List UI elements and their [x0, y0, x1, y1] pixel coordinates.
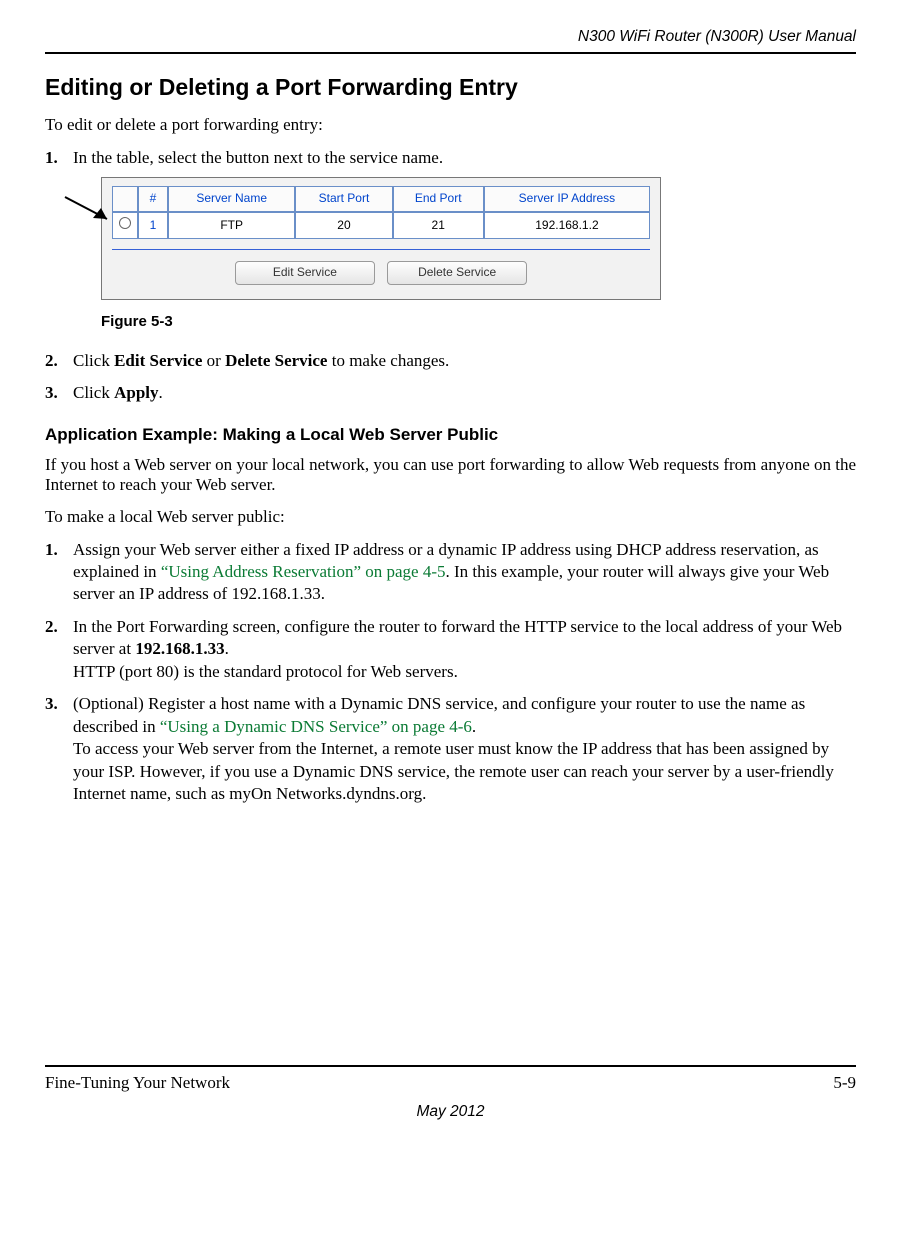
row-end: 21 [393, 212, 484, 239]
table-header-row: # Server Name Start Port End Port Server… [112, 186, 650, 212]
step-a3-post: . [159, 383, 163, 402]
section-intro: To edit or delete a port forwarding entr… [45, 115, 856, 135]
service-table: # Server Name Start Port End Port Server… [112, 186, 650, 239]
step-a2-pre: Click [73, 351, 114, 370]
col-end: End Port [393, 186, 484, 212]
header-rule [45, 52, 856, 54]
section-heading: Editing or Deleting a Port Forwarding En… [45, 74, 856, 101]
step-b1: Assign your Web server either a fixed IP… [45, 539, 856, 606]
footer-date: May 2012 [45, 1103, 856, 1121]
step-a3: Click Apply. [45, 382, 856, 404]
step-b2-bold: 192.168.1.33 [135, 639, 224, 658]
step-b3: (Optional) Register a host name with a D… [45, 693, 856, 805]
figure-screenshot: # Server Name Start Port End Port Server… [101, 177, 661, 299]
step-a2-post: to make changes. [327, 351, 449, 370]
step-a2-mid: or [202, 351, 225, 370]
subsection-p1: If you host a Web server on your local n… [45, 455, 856, 495]
step-b3-link[interactable]: “Using a Dynamic DNS Service” on page 4-… [160, 717, 472, 736]
step-b2-c: . [225, 639, 229, 658]
row-num: 1 [138, 212, 168, 239]
subsection-heading: Application Example: Making a Local Web … [45, 425, 856, 445]
row-ip: 192.168.1.2 [484, 212, 650, 239]
step-b1-link[interactable]: “Using Address Reservation” on page 4-5 [161, 562, 446, 581]
step-a3-bold: Apply [114, 383, 158, 402]
step-a2: Click Edit Service or Delete Service to … [45, 350, 856, 372]
col-start: Start Port [295, 186, 392, 212]
step-b2: In the Port Forwarding screen, configure… [45, 616, 856, 683]
step-b3-b: . [472, 717, 476, 736]
step-b2-d: HTTP (port 80) is the standard protocol … [73, 662, 458, 681]
pointer-arrow-icon [61, 193, 121, 233]
step-b3-c: To access your Web server from the Inter… [73, 739, 834, 803]
step-a3-pre: Click [73, 383, 114, 402]
row-start: 20 [295, 212, 392, 239]
col-ip: Server IP Address [484, 186, 650, 212]
step-a2-bold1: Edit Service [114, 351, 202, 370]
step-a2-bold2: Delete Service [225, 351, 327, 370]
footer-right: 5-9 [833, 1073, 856, 1093]
steps-list-a: In the table, select the button next to … [45, 147, 856, 405]
figure-button-row: Edit Service Delete Service [112, 260, 650, 285]
steps-list-b: Assign your Web server either a fixed IP… [45, 539, 856, 806]
delete-service-button[interactable]: Delete Service [387, 261, 527, 285]
doc-header-title: N300 WiFi Router (N300R) User Manual [45, 28, 856, 46]
table-row: 1 FTP 20 21 192.168.1.2 [112, 212, 650, 239]
footer-line: Fine-Tuning Your Network 5-9 [45, 1073, 856, 1093]
subsection-p2: To make a local Web server public: [45, 507, 856, 527]
col-num: # [138, 186, 168, 212]
step-a1-text: In the table, select the button next to … [73, 148, 443, 167]
footer-rule [45, 1065, 856, 1067]
col-name: Server Name [168, 186, 295, 212]
figure-caption: Figure 5-3 [101, 312, 856, 332]
figure-wrap: # Server Name Start Port End Port Server… [101, 177, 856, 299]
row-name: FTP [168, 212, 295, 239]
edit-service-button[interactable]: Edit Service [235, 261, 375, 285]
footer-left: Fine-Tuning Your Network [45, 1073, 230, 1093]
figure-separator-line [112, 249, 650, 250]
step-a1: In the table, select the button next to … [45, 147, 856, 332]
